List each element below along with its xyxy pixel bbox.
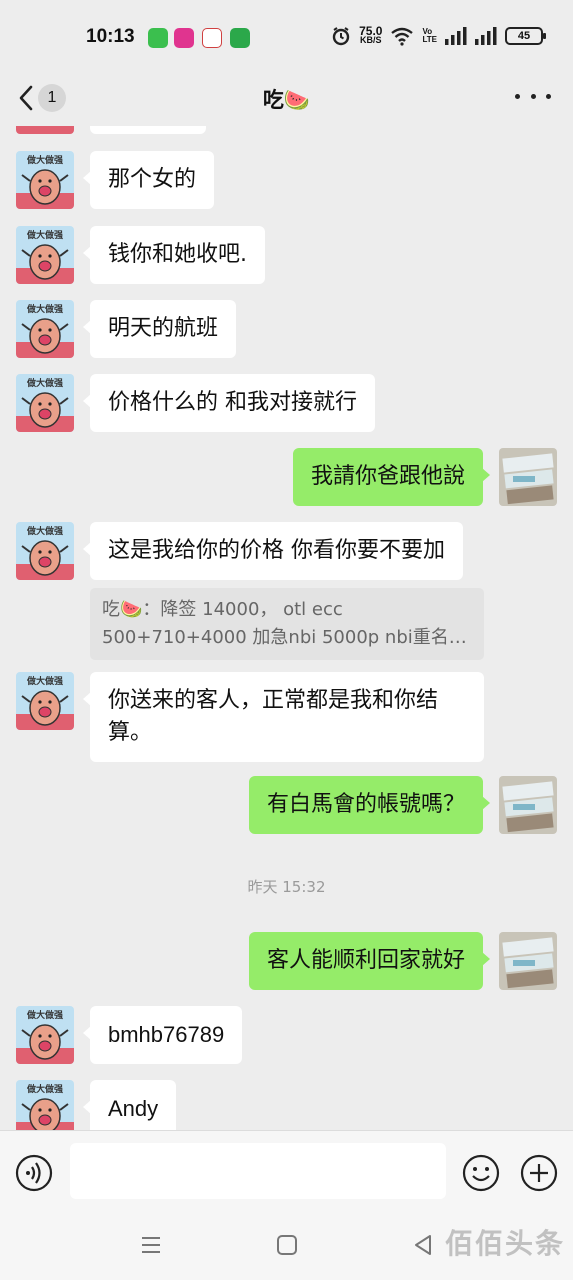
contact-avatar[interactable]: 做大做强 (16, 672, 74, 730)
my-avatar[interactable] (499, 776, 557, 834)
more-dot-icon (530, 93, 536, 99)
plus-icon[interactable] (519, 1153, 559, 1193)
svg-text:做大做强: 做大做强 (26, 377, 63, 389)
received-message-bubble[interactable]: 这是我给你的价格 你看你要不要加 (83, 522, 463, 580)
avatar-partial (16, 126, 74, 134)
chat-title: 吃🍉 (262, 88, 311, 112)
pig-avatar-icon: 做大做强 (16, 672, 74, 730)
pig-avatar-icon: 做大做强 (16, 1006, 74, 1064)
contact-avatar[interactable]: 做大做强 (16, 1006, 74, 1064)
calendar-notification-icon (202, 28, 222, 48)
contact-avatar[interactable]: 做大做强 (16, 226, 74, 284)
contact-avatar[interactable]: 做大做强 (16, 374, 74, 432)
quote-line: 500+710+4000 加急nbi 5000p nbi重名… (102, 627, 467, 648)
more-dot-icon (515, 93, 520, 99)
contact-avatar[interactable]: 做大做强 (16, 300, 74, 358)
message-timestamp: 昨天 15:32 (247, 878, 326, 896)
received-message-bubble[interactable]: 你送来的客人，正常都是我和你结算。 (83, 672, 484, 762)
photo-avatar-icon (499, 776, 557, 834)
app-notification-icon (174, 28, 194, 48)
svg-text:做大做强: 做大做强 (26, 229, 63, 241)
back-triangle-icon[interactable] (408, 1230, 438, 1260)
app-notification-icon (148, 28, 168, 48)
security-notification-icon (230, 28, 250, 48)
contact-avatar[interactable]: 做大做强 (16, 151, 74, 209)
menu-icon[interactable] (136, 1230, 166, 1260)
received-message-bubble[interactable]: 那个女的 (82, 151, 215, 209)
message-bubble-partial (90, 126, 206, 134)
voice-input-icon[interactable] (14, 1153, 54, 1193)
pig-avatar-icon: 做大做强 (16, 374, 74, 432)
svg-text:做大做强: 做大做强 (26, 154, 63, 166)
contact-avatar[interactable]: 做大做强 (16, 1080, 74, 1130)
volte-indicator: Vo LTE (422, 27, 437, 44)
signal-icon (475, 27, 497, 45)
signal-icon (445, 27, 467, 45)
received-message-bubble[interactable]: 明天的航班 (82, 300, 237, 358)
pig-avatar-icon: 做大做强 (16, 300, 74, 358)
battery-indicator: 45 (505, 27, 546, 45)
sent-message-bubble[interactable]: 客人能顺利回家就好 (248, 932, 491, 990)
watermark: 佰佰头条 (444, 1227, 565, 1260)
message-input[interactable] (70, 1143, 446, 1199)
message-list[interactable]: 做大做强 那个女的 做大做强 钱你和她收吧. 做大做强 明天的航班 做大做强 价… (0, 126, 573, 1130)
chat-header: 1 吃🍉 (0, 70, 573, 126)
system-navigation-bar: 佰佰头条 (0, 1212, 573, 1280)
status-bar: 10:13 75.0 KB/S Vo LTE 45 (0, 0, 573, 70)
emoji-icon[interactable] (461, 1153, 501, 1193)
received-message-bubble[interactable]: 钱你和她收吧. (83, 226, 265, 284)
my-avatar[interactable] (499, 448, 557, 506)
pig-avatar-icon: 做大做强 (16, 151, 74, 209)
status-time: 10:13 (86, 26, 135, 47)
received-message-bubble[interactable]: bmhb76789 (82, 1006, 243, 1064)
photo-avatar-icon (499, 932, 557, 990)
pig-avatar-icon: 做大做强 (16, 1080, 74, 1130)
sent-message-bubble[interactable]: 有白馬會的帳號嗎？ (248, 776, 491, 834)
received-message-bubble[interactable]: Andy (82, 1080, 177, 1130)
alarm-icon (332, 27, 350, 46)
more-dot-icon (546, 93, 551, 99)
received-message-bubble[interactable]: 价格什么的 和我对接就行 (83, 374, 375, 432)
home-icon[interactable] (272, 1230, 302, 1260)
svg-text:做大做强: 做大做强 (26, 525, 63, 537)
svg-text:做大做强: 做大做强 (26, 303, 63, 315)
wifi-icon (391, 27, 414, 46)
quote-line: 吃🍉：降签 14000， otl ecc (102, 599, 343, 620)
svg-text:做大做强: 做大做强 (26, 1083, 63, 1095)
quoted-message[interactable]: 吃🍉：降签 14000， otl ecc 500+710+4000 加急nbi … (90, 588, 484, 660)
contact-avatar[interactable]: 做大做强 (16, 522, 74, 580)
sent-message-bubble[interactable]: 我請你爸跟他說 (292, 448, 491, 506)
my-avatar[interactable] (499, 932, 557, 990)
network-speed: 75.0 KB/S (359, 24, 383, 45)
pig-avatar-icon: 做大做强 (16, 522, 74, 580)
svg-text:做大做强: 做大做强 (26, 1009, 63, 1021)
more-options-button[interactable] (515, 84, 551, 108)
pig-avatar-icon: 做大做强 (16, 226, 74, 284)
message-input-bar (0, 1130, 573, 1212)
photo-avatar-icon (499, 448, 557, 506)
svg-text:做大做强: 做大做强 (26, 675, 63, 687)
